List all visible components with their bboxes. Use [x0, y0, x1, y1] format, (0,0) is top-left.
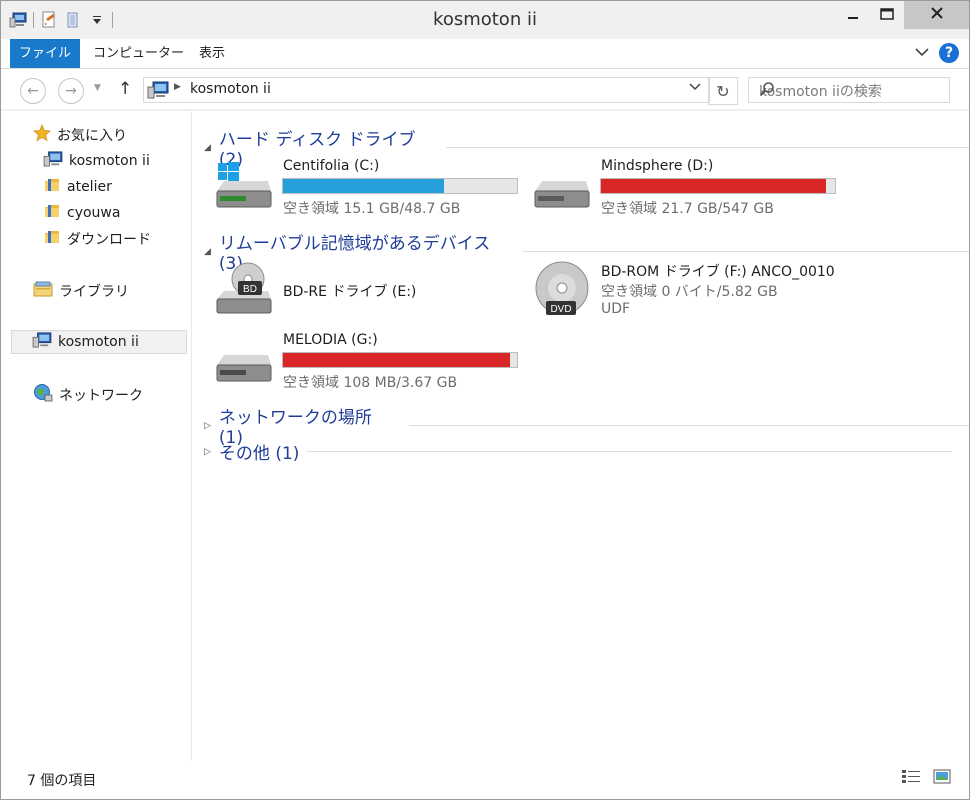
group-divider	[523, 251, 969, 252]
nav-item-label: kosmoton ii	[69, 153, 150, 169]
drive-free-space: 空き領域 0 バイト/5.82 GB	[601, 284, 778, 300]
navigation-pane: お気に入り kosmoton ii atelier cyouwa ダウンロード …	[1, 111, 192, 761]
maximize-icon	[880, 8, 894, 24]
expand-triangle-icon: ▷	[204, 420, 211, 431]
address-row: ← → ▼ ↑ ▶ kosmoton ii ↻ kosmoton iiの検索	[1, 69, 969, 109]
windows-drive-icon	[214, 161, 272, 215]
nav-favorite-atelier[interactable]: atelier	[43, 176, 112, 198]
drive-usage-bar	[282, 178, 518, 194]
group-header-other[interactable]: ▷ その他 (1)	[204, 439, 953, 464]
help-button[interactable]: ?	[939, 43, 959, 63]
group-divider	[409, 425, 970, 426]
expand-ribbon-button[interactable]	[915, 45, 929, 61]
group-divider	[307, 451, 953, 452]
address-dropdown-button[interactable]	[689, 82, 701, 95]
drive-name: BD-RE ドライブ (E:)	[283, 284, 417, 300]
drive-name: Mindsphere (D:)	[601, 158, 714, 174]
computer-icon	[43, 151, 63, 171]
nav-favorite-cyouwa[interactable]: cyouwa	[43, 202, 120, 224]
tab-view[interactable]: 表示	[199, 39, 225, 68]
window-title: kosmoton ii	[433, 9, 537, 30]
arrow-left-icon: ←	[27, 83, 39, 99]
svg-text:BD: BD	[243, 284, 257, 295]
nav-libraries-label: ライブラリ	[59, 284, 129, 300]
drive-usage-fill	[283, 353, 510, 367]
removable-drive-icon	[214, 335, 272, 389]
back-button[interactable]: ←	[20, 78, 46, 104]
up-button[interactable]: ↑	[118, 79, 132, 99]
nav-item-label: atelier	[67, 179, 112, 195]
drive-name: MELODIA (G:)	[283, 332, 378, 348]
drive-filesystem: UDF	[601, 301, 631, 317]
computer-icon	[147, 81, 169, 103]
folder-icon	[43, 176, 61, 198]
breadcrumb-current[interactable]: kosmoton ii	[190, 81, 271, 97]
refresh-button[interactable]: ↻	[708, 77, 738, 105]
address-bar[interactable]: ▶ kosmoton ii	[143, 77, 710, 103]
expand-triangle-icon: ▷	[204, 446, 211, 457]
downloads-folder-icon	[43, 228, 61, 250]
bd-drive-icon: BD	[214, 261, 272, 321]
star-icon	[33, 124, 51, 146]
drive-name: BD-ROM ドライブ (F:) ANCO_0010	[601, 264, 835, 280]
refresh-icon: ↻	[716, 81, 730, 101]
nav-computer[interactable]: kosmoton ii	[11, 330, 187, 354]
chevron-down-icon	[689, 82, 701, 95]
drive-usage-fill	[283, 179, 445, 193]
chevron-down-icon: ▼	[94, 83, 101, 93]
tab-file[interactable]: ファイル	[10, 39, 80, 68]
explorer-window: kosmoton ii ファイル コンピューター 表示 ? ← → ▼ ↑ ▶ …	[0, 0, 970, 800]
group-divider	[445, 147, 969, 148]
nav-network[interactable]: ネットワーク	[33, 384, 143, 406]
nav-favorite-downloads[interactable]: ダウンロード	[43, 228, 151, 250]
drive-free-space: 空き領域 21.7 GB/547 GB	[601, 201, 774, 217]
chevron-down-icon	[915, 45, 929, 61]
nav-item-label: cyouwa	[67, 205, 121, 221]
hard-drive-icon	[532, 161, 590, 215]
nav-network-label: ネットワーク	[59, 388, 143, 404]
item-count: 7 個の項目	[27, 773, 97, 789]
drive-usage-bar	[282, 352, 518, 368]
collapse-triangle-icon: ◢	[204, 142, 211, 153]
nav-favorite-kosmoton[interactable]: kosmoton ii	[43, 150, 150, 172]
drive-usage-fill	[601, 179, 826, 193]
search-icon[interactable]	[759, 81, 941, 101]
minimize-icon	[847, 8, 859, 24]
nav-libraries[interactable]: ライブラリ	[33, 280, 129, 302]
details-view-icon[interactable]	[901, 769, 921, 789]
drive-name: Centifolia (C:)	[283, 158, 380, 174]
search-input[interactable]: kosmoton iiの検索	[748, 77, 950, 103]
close-icon	[930, 7, 943, 23]
dvd-disc-icon: DVD	[532, 261, 592, 323]
folder-icon	[43, 202, 61, 224]
nav-item-label: ダウンロード	[67, 232, 151, 248]
collapse-triangle-icon: ◢	[204, 246, 211, 257]
library-icon	[33, 280, 53, 302]
ribbon-controls: ?	[915, 43, 959, 63]
breadcrumb-separator-icon[interactable]: ▶	[174, 82, 181, 92]
title-bar: kosmoton ii	[1, 1, 969, 39]
view-switcher	[901, 769, 951, 789]
content-pane: ◢ ハード ディスク ドライブ (2) Centifolia (C:) 空き領域…	[192, 111, 970, 761]
tab-computer[interactable]: コンピューター	[93, 39, 184, 68]
nav-computer-label: kosmoton ii	[58, 334, 139, 350]
computer-icon	[32, 332, 52, 352]
ribbon: ファイル コンピューター 表示 ?	[1, 39, 969, 69]
close-button[interactable]	[904, 1, 969, 29]
svg-text:DVD: DVD	[550, 304, 571, 315]
arrow-up-icon: ↑	[118, 79, 133, 99]
drive-free-space: 空き領域 15.1 GB/48.7 GB	[283, 201, 461, 217]
nav-favorites-label: お気に入り	[57, 128, 127, 144]
large-icons-view-icon[interactable]	[933, 769, 951, 789]
forward-button[interactable]: →	[58, 78, 84, 104]
recent-locations-button[interactable]: ▼	[94, 83, 101, 93]
drive-free-space: 空き領域 108 MB/3.67 GB	[283, 375, 458, 391]
group-title: その他 (1)	[218, 444, 300, 464]
help-icon: ?	[944, 45, 954, 61]
nav-favorites[interactable]: お気に入り	[33, 124, 127, 146]
status-bar: 7 個の項目	[1, 761, 969, 799]
arrow-right-icon: →	[65, 83, 77, 99]
network-globe-icon	[33, 383, 53, 407]
drive-usage-bar	[600, 178, 836, 194]
